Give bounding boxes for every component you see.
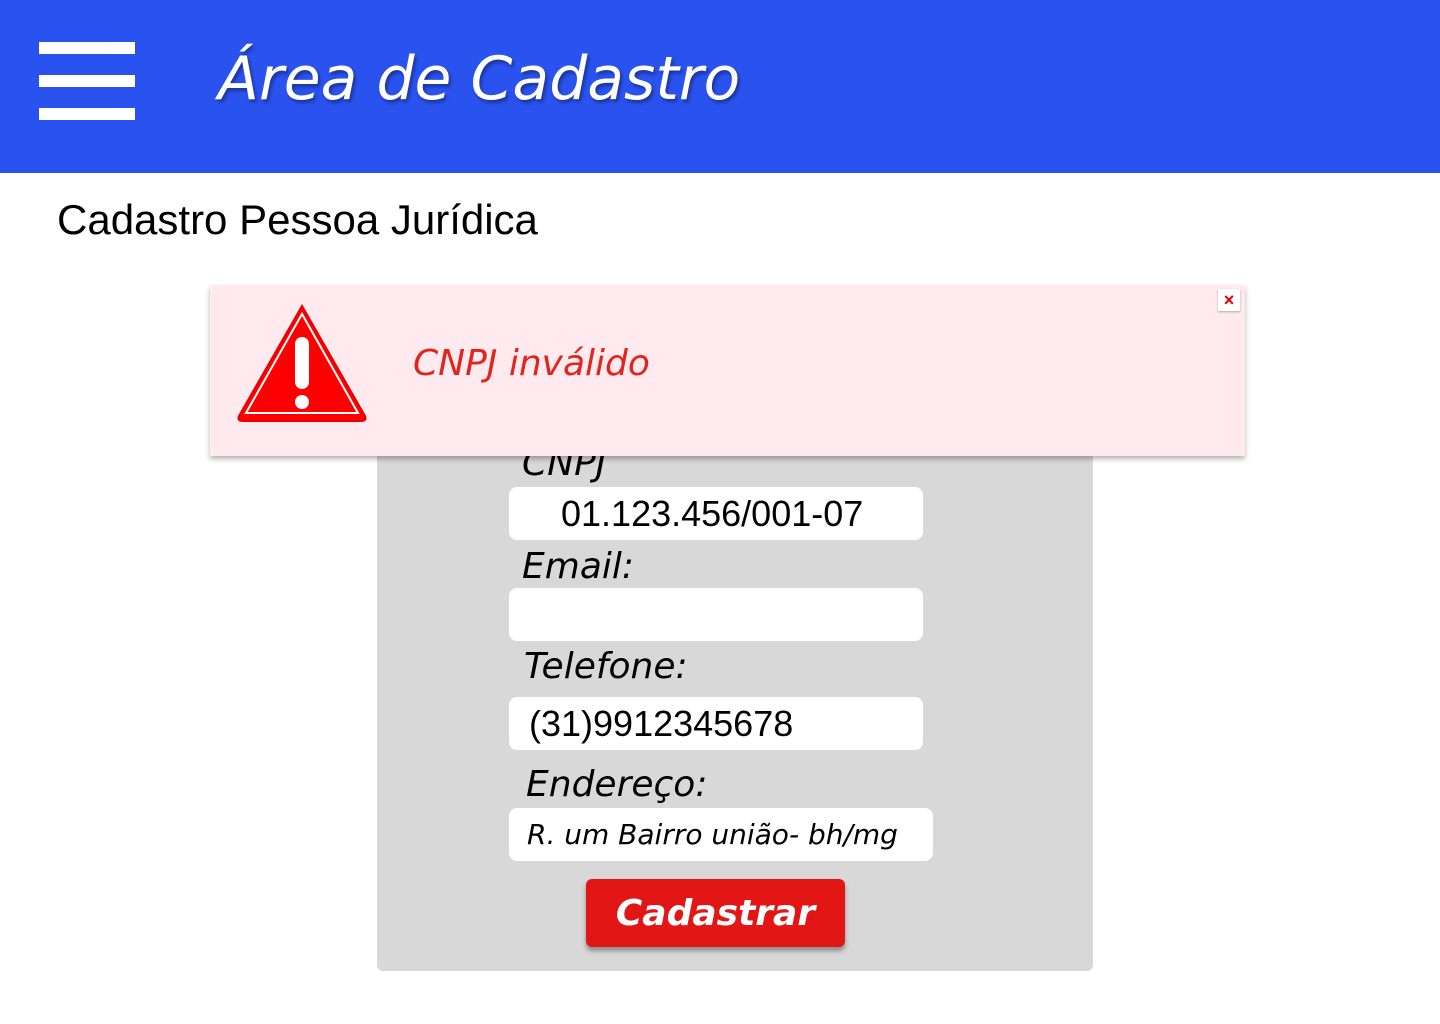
- telefone-field[interactable]: (31)9912345678: [509, 697, 923, 750]
- email-label: Email:: [522, 546, 635, 587]
- error-alert: CNPJ inválido ×: [210, 285, 1245, 456]
- cadastrar-button[interactable]: Cadastrar: [586, 879, 845, 947]
- hamburger-menu-icon[interactable]: [39, 42, 135, 120]
- menu-bar-bottom: [39, 108, 135, 120]
- email-field[interactable]: [509, 588, 923, 641]
- endereco-label: Endereço:: [526, 764, 708, 805]
- menu-bar-top: [39, 42, 135, 54]
- warning-triangle-icon: [237, 303, 367, 422]
- telefone-label: Telefone:: [524, 646, 688, 687]
- menu-bar-middle: [39, 75, 135, 87]
- page-title: Cadastro Pessoa Jurídica: [57, 196, 538, 243]
- header-bar: Área de Cadastro: [0, 0, 1440, 173]
- close-icon[interactable]: ×: [1218, 289, 1240, 311]
- app-title: Área de Cadastro: [218, 44, 741, 114]
- alert-message: CNPJ inválido: [413, 343, 650, 384]
- endereco-field[interactable]: R. um Bairro união- bh/mg: [509, 808, 933, 861]
- cnpj-field[interactable]: 01.123.456/001-07: [509, 487, 923, 540]
